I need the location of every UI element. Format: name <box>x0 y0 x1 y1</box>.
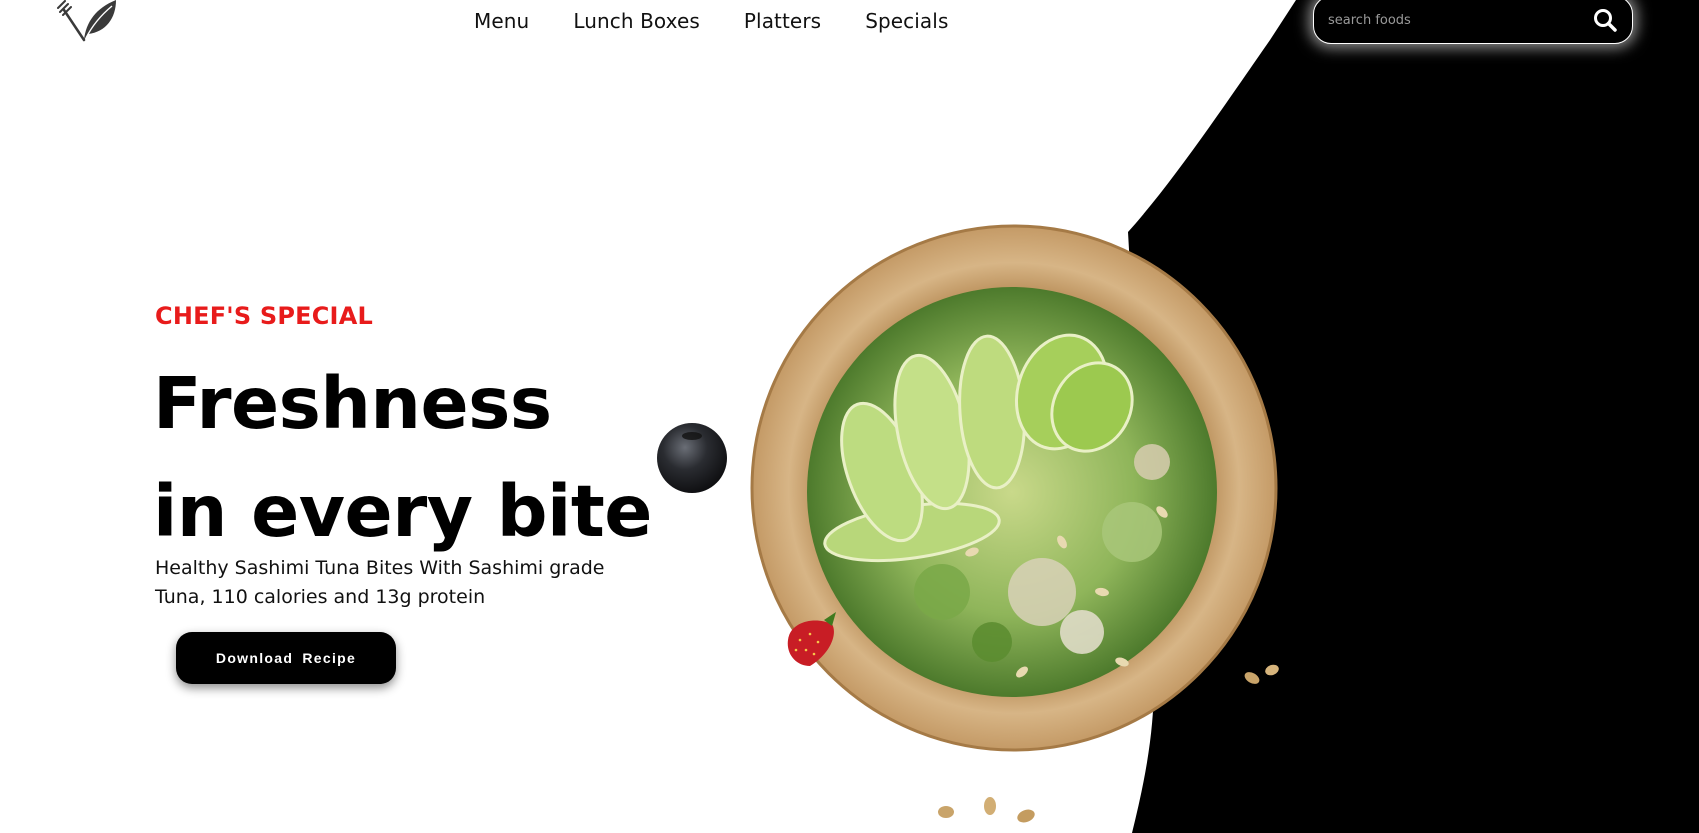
nav-menu[interactable]: Menu <box>474 6 529 36</box>
hero-headline-line-1: Freshness <box>153 362 552 445</box>
pine-nuts-bottom-image <box>938 797 1035 823</box>
salad-bowl-image <box>750 224 1278 752</box>
hero-description: Healthy Sashimi Tuna Bites With Sashimi … <box>155 557 605 608</box>
nav-platters[interactable]: Platters <box>744 6 821 36</box>
nav-lunch-boxes[interactable]: Lunch Boxes <box>573 6 700 36</box>
hero-headline-line-2: in every bite <box>153 470 652 553</box>
search-bar <box>1313 0 1633 44</box>
search-input[interactable] <box>1328 12 1578 28</box>
nav-specials[interactable]: Specials <box>865 6 948 36</box>
main-nav: Menu Lunch Boxes Platters Specials <box>474 6 948 36</box>
search-icon[interactable] <box>1592 7 1618 33</box>
hero-headline: Freshness in every bite <box>153 350 652 566</box>
pine-nuts-right-image <box>1244 664 1279 684</box>
blueberry-image <box>657 423 727 493</box>
hero-eyebrow: CHEF'S SPECIAL <box>155 302 373 330</box>
download-recipe-button[interactable]: Download Recipe <box>176 632 396 684</box>
fork-leaf-logo[interactable] <box>56 0 118 44</box>
strawberry-image <box>787 612 836 666</box>
